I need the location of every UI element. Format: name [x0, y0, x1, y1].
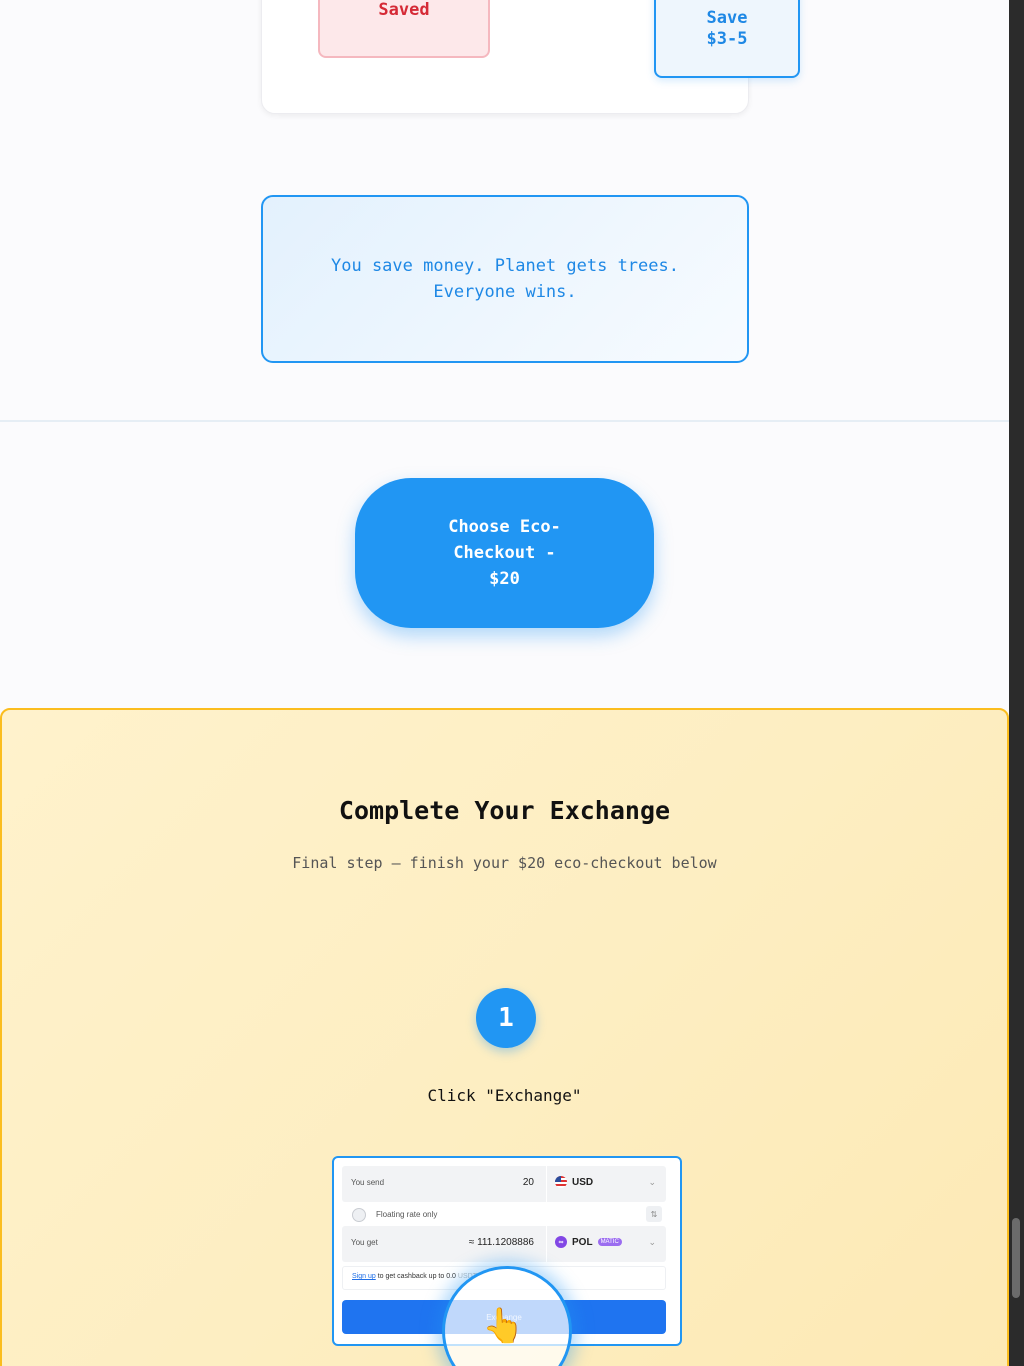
chevron-down-icon: ⌄ — [648, 1177, 656, 1187]
sign-up-link: Sign up — [352, 1273, 376, 1280]
send-currency: USD — [572, 1176, 594, 1188]
save-label-line1: Save — [706, 8, 748, 28]
save-label-line2: $3-5 — [706, 29, 748, 49]
save-box: Save $3-5 — [654, 0, 800, 78]
get-amount: ≈ 111.1208886 — [468, 1237, 534, 1248]
floating-rate-dot-icon — [352, 1208, 366, 1222]
step-number-badge: 1 — [476, 988, 536, 1048]
exchange-subtitle: Final step – finish your $20 eco-checkou… — [292, 854, 717, 872]
get-currency: POL — [572, 1236, 593, 1248]
save-label: Save $3-5 — [656, 8, 798, 50]
exchange-section: Complete Your Exchange Final step – fini… — [0, 708, 1009, 1366]
cashback-text: Sign up to get cashback up to 0.0 USDT — [352, 1273, 477, 1280]
floating-rate-row: Floating rate only ⇅ — [344, 1204, 664, 1226]
polygon-icon: ∞ — [555, 1236, 567, 1248]
row-separator — [546, 1166, 547, 1202]
quote-line2: Everyone wins. — [433, 282, 577, 302]
matic-badge: MATIC — [597, 1238, 622, 1246]
page: Saved Save $3-5 You save money. Planet g… — [0, 0, 1009, 1366]
exchange-title: Complete Your Exchange — [338, 796, 671, 825]
quote-text: You save money. Planet gets trees. Every… — [315, 253, 695, 305]
cta-line2: Checkout - — [453, 543, 556, 563]
quote-box: You save money. Planet gets trees. Every… — [261, 195, 749, 363]
send-row: You send 20 USD ⌄ — [342, 1166, 666, 1202]
us-flag-icon — [555, 1176, 567, 1188]
saved-label: Saved — [378, 0, 430, 20]
cta-line3: $20 — [489, 569, 520, 589]
chevron-down-icon: ⌄ — [648, 1237, 656, 1247]
swap-icon: ⇅ — [646, 1206, 662, 1222]
eco-checkout-button[interactable]: Choose Eco- Checkout - $20 — [355, 478, 654, 628]
scrollbar-track[interactable] — [1009, 0, 1024, 1366]
get-row: You get ≈ 111.1208886 ∞ POL MATIC ⌄ — [342, 1226, 666, 1262]
cashback-body: to get cashback up to 0.0 — [377, 1273, 456, 1280]
quote-line1: You save money. Planet gets trees. — [331, 256, 679, 276]
get-label: You get — [351, 1238, 378, 1247]
get-currency-select: ∞ POL MATIC — [555, 1236, 622, 1248]
floating-rate-text: Floating rate only — [376, 1210, 438, 1219]
cta-line1: Choose Eco- — [448, 517, 561, 537]
send-label: You send — [351, 1178, 385, 1187]
eco-checkout-button-label: Choose Eco- Checkout - $20 — [448, 514, 561, 592]
send-amount: 20 — [522, 1177, 534, 1188]
pointing-hand-icon: 👆 — [482, 1306, 525, 1346]
row-separator — [546, 1226, 547, 1262]
section-divider — [0, 420, 1009, 422]
send-currency-select: USD — [555, 1176, 593, 1188]
scrollbar-thumb[interactable] — [1012, 1218, 1020, 1298]
step-label: Click "Exchange" — [427, 1086, 582, 1105]
saved-box: Saved — [318, 0, 490, 58]
